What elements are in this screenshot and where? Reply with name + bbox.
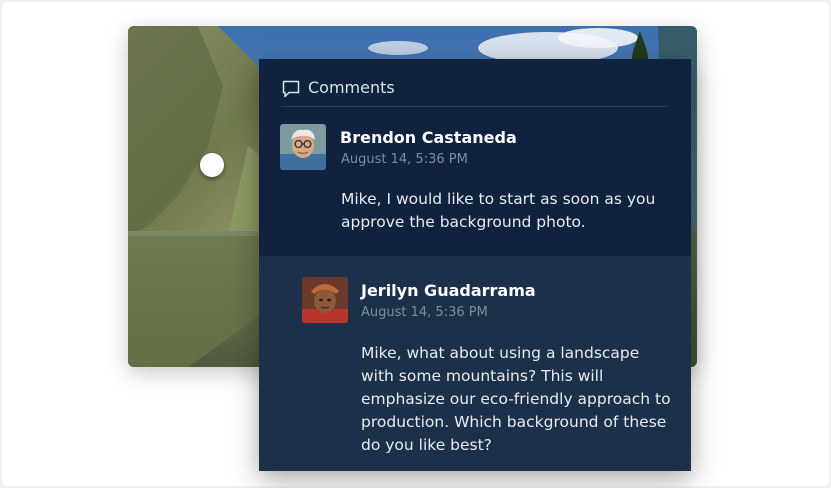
comment-timestamp: August 14, 5:36 PM: [361, 305, 488, 320]
comment-timestamp: August 14, 5:36 PM: [341, 152, 468, 167]
comments-panel: Comments Brendon Castaneda August 14, 5:…: [259, 59, 691, 471]
avatar: [280, 124, 326, 170]
comment-pin-marker[interactable]: [200, 153, 224, 177]
comment-author: Brendon Castaneda: [340, 128, 517, 147]
comment-text: Mike, I would like to start as soon as y…: [341, 190, 656, 231]
comment-reply: Jerilyn Guadarrama August 14, 5:36 PM Mi…: [259, 256, 691, 471]
comments-header: Comments: [281, 78, 667, 107]
comment-text: Mike, what about using a landscape with …: [361, 344, 671, 454]
comments-title: Comments: [308, 78, 395, 97]
speech-bubble-icon: [282, 80, 300, 98]
comment-author: Jerilyn Guadarrama: [361, 281, 536, 300]
avatar: [302, 277, 348, 323]
